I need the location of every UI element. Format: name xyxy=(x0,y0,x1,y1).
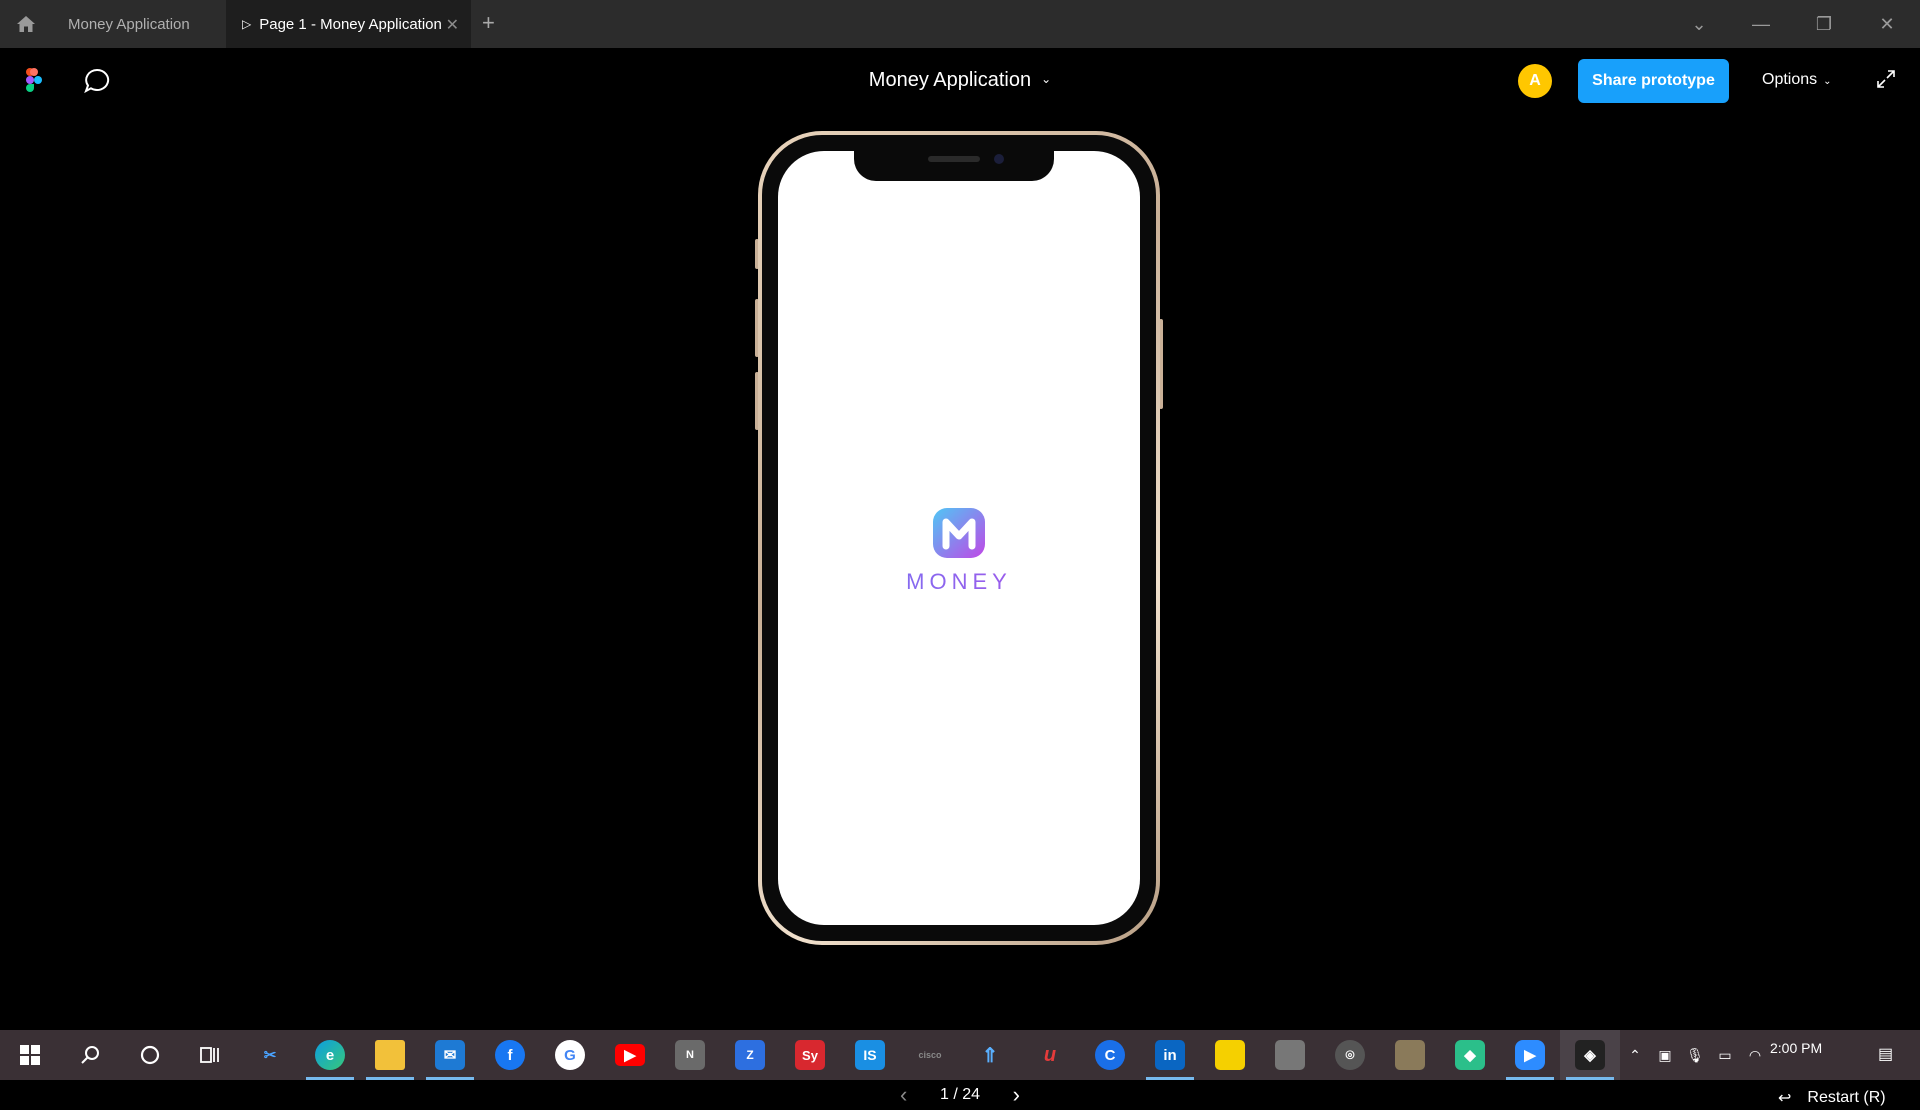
restart-button[interactable]: ↩ Restart (R) xyxy=(1778,1088,1886,1108)
task-view-icon[interactable] xyxy=(180,1030,240,1080)
sticky-notes-icon[interactable] xyxy=(1200,1030,1260,1080)
tab-money-application[interactable]: Money Application xyxy=(50,0,226,48)
notion-icon[interactable]: N xyxy=(660,1030,720,1080)
frame-counter: 1 / 24 xyxy=(939,1086,981,1103)
tab-label: Money Application xyxy=(68,15,190,33)
home-icon[interactable] xyxy=(12,12,40,36)
minimize-icon[interactable]: — xyxy=(1730,0,1792,48)
green-app-icon[interactable]: ◆ xyxy=(1440,1030,1500,1080)
next-frame-icon[interactable]: › xyxy=(1013,1082,1020,1108)
snipping-tool-icon[interactable]: ✂ xyxy=(240,1030,300,1080)
linkedin-icon[interactable]: in xyxy=(1140,1030,1200,1080)
prototype-screen[interactable]: MONEY xyxy=(778,151,1140,925)
tab-page1-money-application[interactable]: ▷ Page 1 - Money Application ✕ xyxy=(226,0,471,48)
fullscreen-icon[interactable] xyxy=(1876,69,1896,94)
chevron-up-icon[interactable]: ⌃ xyxy=(1620,1030,1650,1080)
new-tab-plus-icon[interactable]: + xyxy=(482,12,495,34)
restart-arrow-icon: ↩ xyxy=(1778,1090,1792,1107)
mail-icon[interactable]: ✉ xyxy=(420,1030,480,1080)
c-app-icon[interactable]: C xyxy=(1080,1030,1140,1080)
wifi-icon[interactable]: ◠ xyxy=(1740,1030,1770,1080)
share-prototype-button[interactable]: Share prototype xyxy=(1578,59,1729,103)
microphone-icon[interactable]: 🎙 xyxy=(1680,1030,1710,1080)
zalo-icon[interactable]: Z xyxy=(720,1030,780,1080)
phone-speaker xyxy=(928,156,980,162)
document-title-text: Money Application xyxy=(868,69,1032,91)
close-window-icon[interactable]: ✕ xyxy=(1856,0,1918,48)
restart-label: Restart (R) xyxy=(1807,1089,1886,1106)
zoom-icon[interactable]: ▶ xyxy=(1500,1030,1560,1080)
tab-label: Page 1 - Money Application xyxy=(259,15,442,33)
phone-camera xyxy=(994,154,1004,164)
close-tab-icon[interactable]: ✕ xyxy=(446,15,459,35)
tab-dropdown-icon[interactable]: ⌄ xyxy=(1668,0,1730,48)
phone-notch xyxy=(854,151,1054,181)
previous-frame-icon[interactable]: ‹ xyxy=(900,1082,907,1108)
figma-taskbar-icon[interactable]: ◈ xyxy=(1560,1030,1620,1080)
options-menu[interactable]: Options ⌄ xyxy=(1762,71,1832,89)
unikey-icon[interactable]: u xyxy=(1020,1030,1080,1080)
page-navigator: ‹ 1 / 24 › xyxy=(900,1080,1020,1110)
prototype-canvas: MONEY ‹ 1 / 24 › ↩ Restart (R) xyxy=(0,114,1920,1107)
cisco-icon[interactable]: cisco xyxy=(900,1030,960,1080)
network-icon[interactable]: ▭ xyxy=(1710,1030,1740,1080)
arrow-app-icon[interactable]: ⇑ xyxy=(960,1030,1020,1080)
money-logo-icon xyxy=(933,508,985,558)
taskbar-clock[interactable]: 2:00 PM xyxy=(1770,1040,1822,1056)
play-icon: ▷ xyxy=(242,17,252,31)
search-icon[interactable] xyxy=(60,1030,120,1080)
archive-icon[interactable] xyxy=(1260,1030,1320,1080)
phone-frame: MONEY xyxy=(758,131,1160,945)
money-logo: MONEY xyxy=(778,508,1140,595)
symbolab-icon[interactable]: Sy xyxy=(780,1030,840,1080)
edge-browser-icon[interactable]: e xyxy=(300,1030,360,1080)
google-icon[interactable]: G xyxy=(540,1030,600,1080)
notifications-icon[interactable]: ▤ xyxy=(1878,1044,1893,1064)
chevron-down-icon: ⌄ xyxy=(1823,76,1832,87)
facebook-icon[interactable]: f xyxy=(480,1030,540,1080)
utility-app-icon[interactable] xyxy=(1380,1030,1440,1080)
avatar[interactable]: A xyxy=(1518,64,1552,98)
prototype-toolbar: Money Application ⌄ A Share prototype Opt… xyxy=(0,48,1920,114)
chevron-down-icon: ⌄ xyxy=(1041,72,1052,86)
is-app-icon[interactable]: IS xyxy=(840,1030,900,1080)
file-explorer-icon[interactable] xyxy=(360,1030,420,1080)
github-icon[interactable]: ⌾ xyxy=(1320,1030,1380,1080)
windows-taskbar: ✂ e ✉ f G ▶ N Z Sy IS cisco ⇑ u C in ⌾ ◆… xyxy=(0,1030,1920,1080)
meet-now-icon[interactable]: ▣ xyxy=(1650,1030,1680,1080)
phone-bezel: MONEY xyxy=(762,135,1156,941)
restore-icon[interactable]: ❐ xyxy=(1793,0,1855,48)
tab-bar: Money Application ▷ Page 1 - Money Appli… xyxy=(0,0,1920,48)
youtube-icon[interactable]: ▶ xyxy=(600,1030,660,1080)
options-label: Options xyxy=(1762,71,1818,88)
cortana-icon[interactable] xyxy=(120,1030,180,1080)
money-logo-text: MONEY xyxy=(778,569,1140,595)
start-windows-icon[interactable] xyxy=(0,1030,60,1080)
